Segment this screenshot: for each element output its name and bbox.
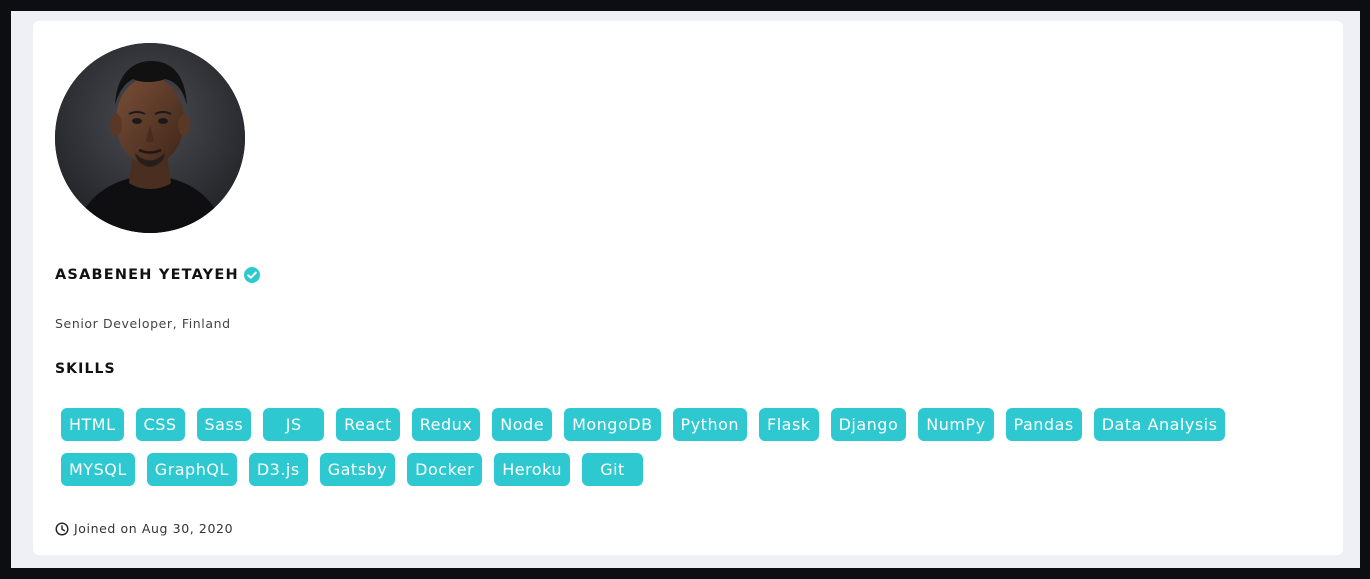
verified-check-icon [243,266,261,284]
skill-tag: Gatsby [319,453,396,486]
skill-tag: Redux [411,408,481,441]
page-frame: ASABENEH YETAYEH Senior Developer, Finla… [11,11,1360,568]
skill-tag: GraphQL [146,453,237,486]
avatar [55,43,245,233]
skill-tag: Data Analysis [1093,408,1226,441]
skill-tag: D3.js [248,453,308,486]
skill-tag: Node [492,408,553,441]
profile-title: Senior Developer, Finland [55,316,231,331]
skills-list: HTML CSS Sass JS React Redux Node MongoD… [61,408,1311,498]
skill-tag: NumPy [918,408,994,441]
skills-row-2: MYSQL GraphQL D3.js Gatsby Docker Heroku… [61,453,1311,486]
skill-tag: CSS [135,408,185,441]
skill-tag: Flask [759,408,819,441]
skill-tag: Git [582,453,643,486]
avatar-image [55,43,245,233]
clock-icon [55,521,69,536]
profile-name-row: ASABENEH YETAYEH [55,264,261,286]
joined-text: Joined on Aug 30, 2020 [74,521,234,536]
skills-heading: SKILLS [55,361,116,377]
skill-tag: Docker [407,453,483,486]
profile-name: ASABENEH YETAYEH [55,267,239,283]
skills-row-1: HTML CSS Sass JS React Redux Node MongoD… [61,408,1311,441]
profile-card: ASABENEH YETAYEH Senior Developer, Finla… [33,21,1343,555]
skill-tag: Sass [196,408,252,441]
skill-tag: MongoDB [564,408,661,441]
skill-tag: Heroku [494,453,570,486]
skill-tag: JS [263,408,325,441]
skill-tag: MYSQL [61,453,135,486]
skill-tag: HTML [61,408,124,441]
skill-tag: Django [830,408,907,441]
skill-tag: React [336,408,400,441]
joined-date: Joined on Aug 30, 2020 [55,521,233,536]
skill-tag: Python [672,408,748,441]
skill-tag: Pandas [1005,408,1082,441]
